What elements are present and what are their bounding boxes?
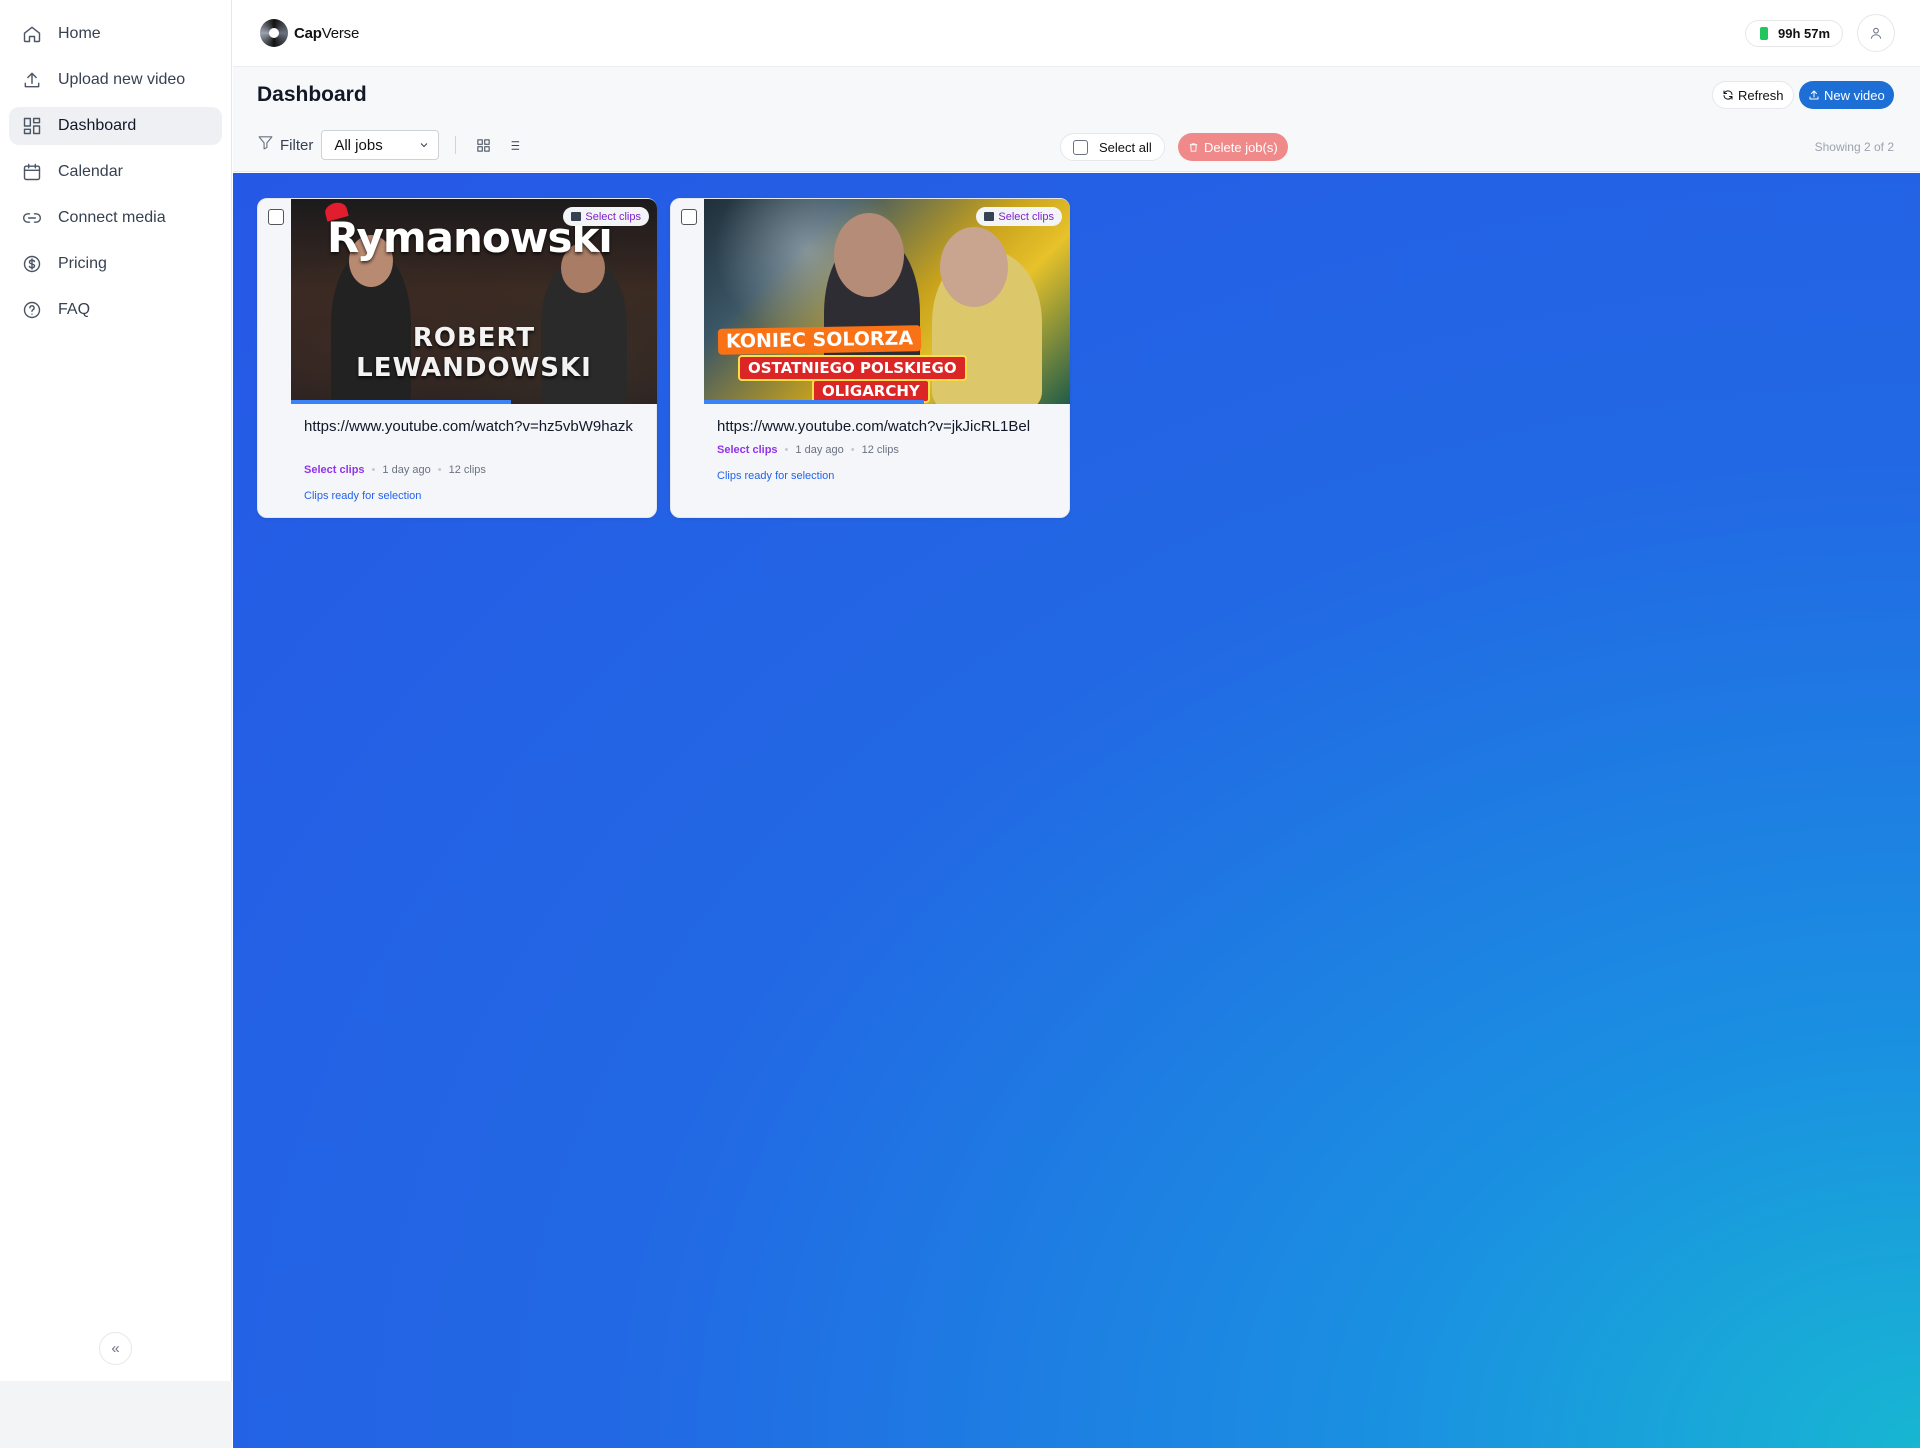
home-icon [21, 23, 43, 45]
separator-dot: • [784, 444, 789, 456]
sidebar-item-connect-media[interactable]: Connect media [9, 199, 222, 237]
job-checkbox[interactable] [268, 209, 284, 225]
job-age: 1 day ago [795, 444, 844, 456]
thumbnail-face [834, 213, 904, 297]
collapse-sidebar-button[interactable]: « [99, 1332, 132, 1365]
thumbnail-text: KONIEC SOLORZA [717, 325, 922, 355]
filter-label: Filter [280, 136, 314, 154]
credits-value: 99h 57m [1778, 26, 1831, 41]
sidebar-item-calendar[interactable]: Calendar [9, 153, 222, 191]
clapperboard-icon [571, 212, 582, 221]
select-clips-badge[interactable]: Select clips [976, 207, 1062, 226]
job-filter-value: All jobs [334, 136, 383, 154]
job-age: 1 day ago [382, 464, 431, 476]
thumbnail-text: OSTATNIEGO POLSKIEGO [738, 355, 967, 381]
clapperboard-icon [984, 212, 995, 221]
job-status[interactable]: Select clips [717, 444, 778, 456]
sidebar-item-label: FAQ [58, 301, 91, 318]
sidebar-item-upload[interactable]: Upload new video [9, 61, 222, 99]
logo-icon [260, 19, 288, 47]
job-card[interactable]: KONIEC SOLORZA OSTATNIEGO POLSKIEGO OLIG… [670, 198, 1070, 518]
job-clips-count: 12 clips [861, 444, 899, 456]
help-icon [21, 299, 43, 321]
job-meta: Select clips • 1 day ago • 12 clips [717, 444, 899, 456]
sidebar-nav: Home Upload new video Dashboard Calendar… [0, 0, 231, 329]
app-logo[interactable]: CapVerse [260, 19, 359, 47]
results-count: Showing 2 of 2 [1814, 140, 1894, 154]
job-ready-text: Clips ready for selection [304, 490, 422, 502]
delete-jobs-button[interactable]: Delete job(s) [1178, 133, 1288, 161]
dashboard-toolbar: Dashboard Refresh New video Filter All j… [233, 67, 1920, 172]
refresh-label: Refresh [1738, 87, 1784, 103]
dashboard-icon [21, 115, 43, 137]
sidebar: Home Upload new video Dashboard Calendar… [0, 0, 232, 1448]
select-all-checkbox[interactable] [1073, 139, 1088, 155]
job-ready-text: Clips ready for selection [717, 470, 835, 482]
job-clips-count: 12 clips [448, 464, 486, 476]
calendar-icon [21, 161, 43, 183]
sidebar-item-label: Home [58, 25, 101, 42]
top-bar: CapVerse 99h 57m [233, 0, 1920, 67]
chevrons-left-icon: « [111, 1340, 120, 1357]
user-avatar-button[interactable] [1857, 14, 1895, 52]
separator-dot: • [371, 464, 376, 476]
job-progress-bar [291, 400, 511, 404]
select-clips-badge[interactable]: Select clips [563, 207, 649, 226]
separator-dot: • [850, 444, 855, 456]
job-filter-select[interactable]: All jobs [321, 130, 440, 160]
sidebar-item-label: Connect media [58, 209, 166, 226]
new-video-button[interactable]: New video [1799, 81, 1894, 109]
job-progress-bar [704, 400, 924, 404]
upload-icon [1809, 90, 1819, 100]
select-all-label: Select all [1099, 139, 1152, 155]
badge-label: Select clips [585, 210, 641, 223]
upload-icon [21, 69, 43, 91]
select-all-button[interactable]: Select all [1060, 133, 1165, 161]
job-url[interactable]: https://www.youtube.com/watch?v=jkJicRL1… [717, 417, 1057, 437]
thumbnail-text: LEWANDOWSKI [356, 353, 592, 383]
job-meta: Select clips • 1 day ago • 12 clips [304, 464, 486, 476]
sidebar-item-faq[interactable]: FAQ [9, 291, 222, 329]
battery-icon [1760, 27, 1768, 40]
dollar-icon [21, 253, 43, 275]
video-thumbnail[interactable]: Rymanowski ROBERT LEWANDOWSKI Select cli… [291, 199, 657, 404]
sidebar-item-label: Dashboard [58, 117, 137, 134]
user-icon [1870, 27, 1882, 39]
video-thumbnail[interactable]: KONIEC SOLORZA OSTATNIEGO POLSKIEGO OLIG… [704, 199, 1070, 404]
job-url[interactable]: https://www.youtube.com/watch?v=hz5vbW9h… [304, 417, 644, 437]
list-icon [508, 140, 519, 150]
refresh-icon [1723, 90, 1733, 100]
sidebar-item-label: Calendar [58, 163, 123, 180]
separator-dot: • [437, 464, 442, 476]
sidebar-item-pricing[interactable]: Pricing [9, 245, 222, 283]
sidebar-item-home[interactable]: Home [9, 15, 222, 53]
grid-view-button[interactable] [472, 134, 494, 156]
jobs-area: Rymanowski ROBERT LEWANDOWSKI Select cli… [233, 173, 1920, 1448]
delete-jobs-label: Delete job(s) [1204, 139, 1278, 155]
grid-icon [477, 138, 490, 152]
filter-row: Filter All jobs [257, 130, 532, 160]
thumbnail-face [940, 227, 1008, 307]
sidebar-item-label: Pricing [58, 255, 107, 272]
sidebar-item-dashboard[interactable]: Dashboard [9, 107, 222, 145]
page-title: Dashboard [257, 83, 367, 106]
sidebar-item-label: Upload new video [58, 71, 186, 88]
badge-label: Select clips [998, 210, 1054, 223]
divider [455, 136, 457, 154]
app-name: CapVerse [294, 24, 360, 42]
filter-icon [257, 134, 274, 156]
new-video-label: New video [1824, 87, 1885, 103]
job-checkbox[interactable] [681, 209, 697, 225]
chevron-down-icon [420, 143, 428, 148]
job-card[interactable]: Rymanowski ROBERT LEWANDOWSKI Select cli… [257, 198, 657, 518]
list-view-button[interactable] [502, 134, 524, 156]
thumbnail-text: ROBERT [412, 323, 536, 353]
sidebar-footer [0, 1381, 232, 1448]
credits-badge[interactable]: 99h 57m [1745, 20, 1844, 47]
job-status[interactable]: Select clips [304, 464, 365, 476]
refresh-button[interactable]: Refresh [1712, 81, 1794, 109]
link-icon [21, 207, 43, 229]
trash-icon [1189, 142, 1198, 152]
